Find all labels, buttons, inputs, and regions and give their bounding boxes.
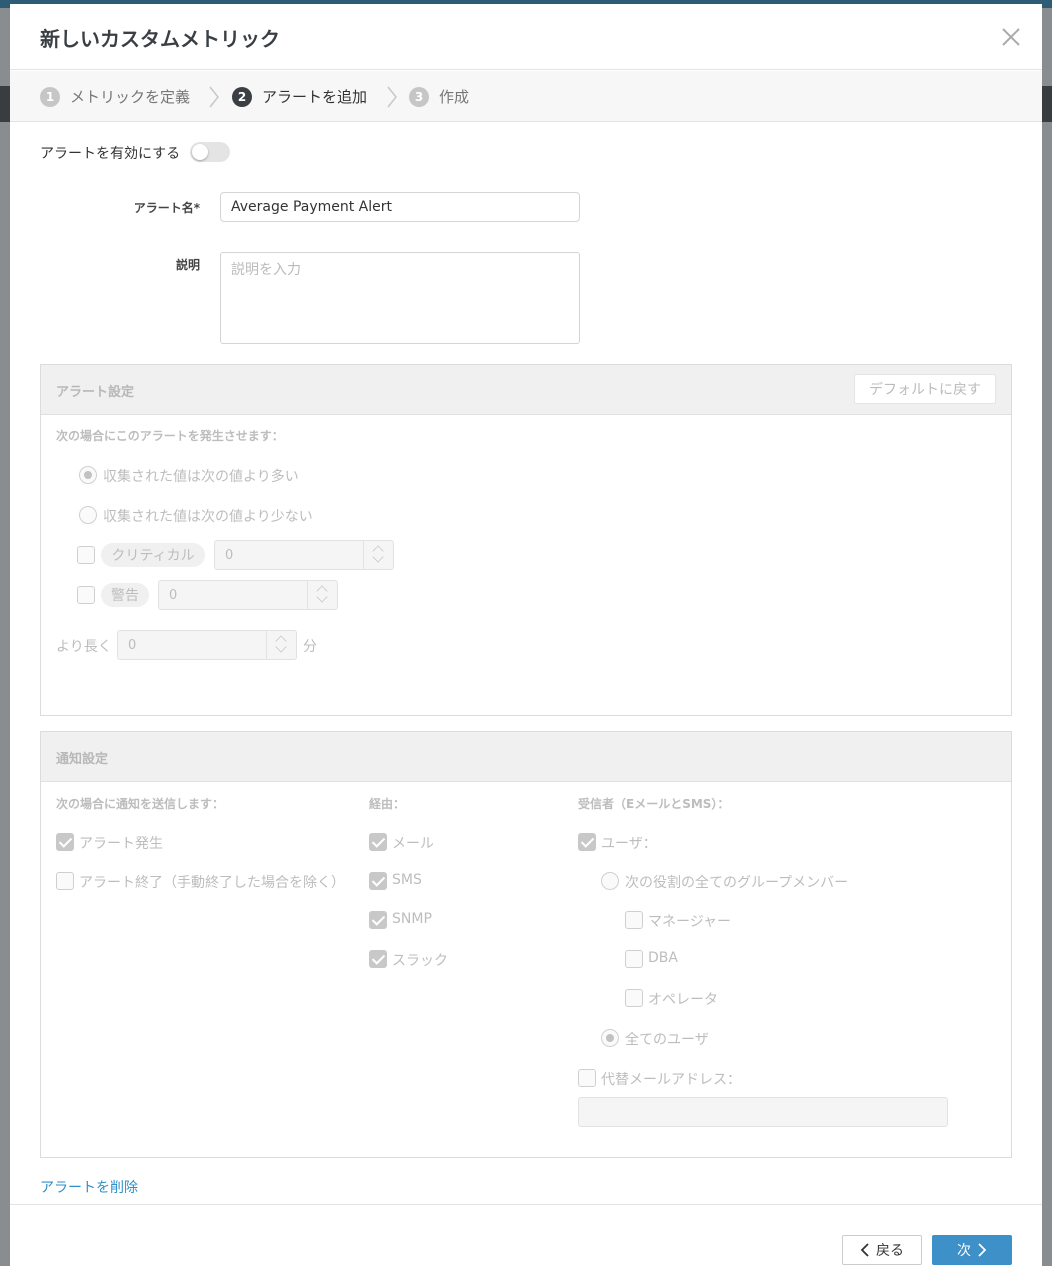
wizard-steps: 1 メトリックを定義 2 アラートを追加 3 作成 xyxy=(10,71,1042,122)
toggle-knob xyxy=(192,144,208,160)
via-email-label: メール xyxy=(392,836,434,852)
role-operator-label: オペレータ xyxy=(648,992,718,1008)
footer-divider xyxy=(10,1204,1042,1205)
group-members-radio[interactable] xyxy=(601,872,619,890)
next-button-label: 次 xyxy=(957,1243,971,1259)
critical-checkbox[interactable] xyxy=(77,546,95,564)
all-users-label: 全てのユーザ xyxy=(625,1032,709,1048)
step-number: 3 xyxy=(409,86,429,107)
via-slack-checkbox[interactable] xyxy=(369,950,387,968)
notify-when-label: 次の場合に通知を送信します： xyxy=(56,797,225,811)
via-sms-checkbox[interactable] xyxy=(369,872,387,890)
critical-threshold-input[interactable]: 0 xyxy=(214,540,394,570)
via-snmp-checkbox[interactable] xyxy=(369,911,387,929)
step-label: 作成 xyxy=(439,88,470,106)
warning-threshold-value: 0 xyxy=(169,587,178,603)
role-dba-checkbox[interactable] xyxy=(625,950,643,968)
via-slack-label: スラック xyxy=(392,953,448,969)
alert-closed-label: アラート終了（手動終了した場合を除く） xyxy=(79,875,345,891)
via-snmp-label: SNMP xyxy=(392,911,432,927)
critical-threshold-value: 0 xyxy=(225,547,234,563)
alert-settings-title: アラート設定 xyxy=(56,385,135,400)
radio-greater[interactable] xyxy=(79,466,97,484)
spinner[interactable] xyxy=(363,541,393,569)
role-manager-label: マネージャー xyxy=(648,914,732,930)
users-checkbox[interactable] xyxy=(578,833,596,851)
notification-settings-header: 通知設定 xyxy=(41,732,1011,782)
role-dba-label: DBA xyxy=(648,950,678,966)
duration-input[interactable]: 0 xyxy=(117,630,297,660)
alt-email-label: 代替メールアドレス： xyxy=(601,1072,741,1088)
back-button-label: 戻る xyxy=(876,1243,904,1259)
custom-metric-dialog: 新しいカスタムメトリック 1 メトリックを定義 2 アラートを追加 3 作成 ア… xyxy=(10,4,1042,1266)
minutes-unit: 分 xyxy=(303,639,317,655)
group-members-label: 次の役割の全てのグループメンバー xyxy=(625,875,849,891)
role-manager-checkbox[interactable] xyxy=(625,911,643,929)
all-users-radio[interactable] xyxy=(601,1029,619,1047)
alert-raised-checkbox[interactable] xyxy=(56,833,74,851)
chevron-right-icon xyxy=(209,86,219,108)
longer-than-label: より長く xyxy=(56,639,112,655)
step-number: 1 xyxy=(40,86,60,107)
warning-checkbox[interactable] xyxy=(77,586,95,604)
recipients-label: 受信者（EメールとSMS）： xyxy=(578,797,730,811)
dialog-title: 新しいカスタムメトリック xyxy=(40,27,280,51)
alert-settings-header: アラート設定 デフォルトに戻す xyxy=(41,365,1011,415)
dialog-header: 新しいカスタムメトリック xyxy=(10,4,1042,70)
step-create[interactable]: 3 作成 xyxy=(409,71,469,122)
reset-defaults-button[interactable]: デフォルトに戻す xyxy=(854,374,996,404)
warning-threshold-input[interactable]: 0 xyxy=(158,580,338,610)
spinner[interactable] xyxy=(307,581,337,609)
enable-alert-toggle[interactable] xyxy=(190,142,230,162)
description-label: 説明 xyxy=(175,258,200,272)
step-label: アラートを追加 xyxy=(262,88,368,106)
chevron-right-icon xyxy=(978,1243,987,1257)
critical-badge: クリティカル xyxy=(101,543,205,567)
via-sms-label: SMS xyxy=(392,872,422,888)
alt-email-checkbox[interactable] xyxy=(578,1069,596,1087)
duration-value: 0 xyxy=(128,637,137,653)
alert-name-input[interactable]: Average Payment Alert xyxy=(220,192,580,222)
radio-less[interactable] xyxy=(79,506,97,524)
radio-less-label: 収集された値は次の値より少ない xyxy=(103,509,313,525)
chevron-left-icon xyxy=(860,1243,869,1257)
notification-settings-panel: 通知設定 次の場合に通知を送信します： アラート発生 アラート終了（手動終了した… xyxy=(40,731,1012,1158)
warning-badge: 警告 xyxy=(101,583,149,607)
step-number: 2 xyxy=(232,86,252,107)
notification-settings-title: 通知設定 xyxy=(56,752,109,767)
via-email-checkbox[interactable] xyxy=(369,833,387,851)
enable-alert-label: アラートを有効にする xyxy=(40,146,181,162)
alert-closed-checkbox[interactable] xyxy=(56,872,74,890)
step-define-metric[interactable]: 1 メトリックを定義 xyxy=(40,71,190,122)
next-button[interactable]: 次 xyxy=(932,1235,1012,1265)
close-icon[interactable] xyxy=(1000,26,1022,48)
alert-name-label: アラート名* xyxy=(133,201,200,215)
alt-email-input[interactable] xyxy=(578,1097,948,1127)
step-add-alert[interactable]: 2 アラートを追加 xyxy=(232,71,367,122)
alert-settings-panel: アラート設定 デフォルトに戻す 次の場合にこのアラートを発生させます： 収集され… xyxy=(40,364,1012,716)
condition-label: 次の場合にこのアラートを発生させます： xyxy=(56,429,284,443)
users-label: ユーザ： xyxy=(601,836,657,852)
spinner[interactable] xyxy=(266,631,296,659)
step-label: メトリックを定義 xyxy=(70,88,191,106)
via-label: 経由： xyxy=(369,797,406,811)
back-button[interactable]: 戻る xyxy=(842,1235,922,1265)
radio-greater-label: 収集された値は次の値より多い xyxy=(103,469,299,485)
chevron-right-icon xyxy=(387,86,397,108)
description-textarea[interactable]: 説明を入力 xyxy=(220,252,580,344)
delete-alert-link[interactable]: アラートを削除 xyxy=(40,1177,138,1197)
alert-raised-label: アラート発生 xyxy=(79,836,163,852)
role-operator-checkbox[interactable] xyxy=(625,989,643,1007)
